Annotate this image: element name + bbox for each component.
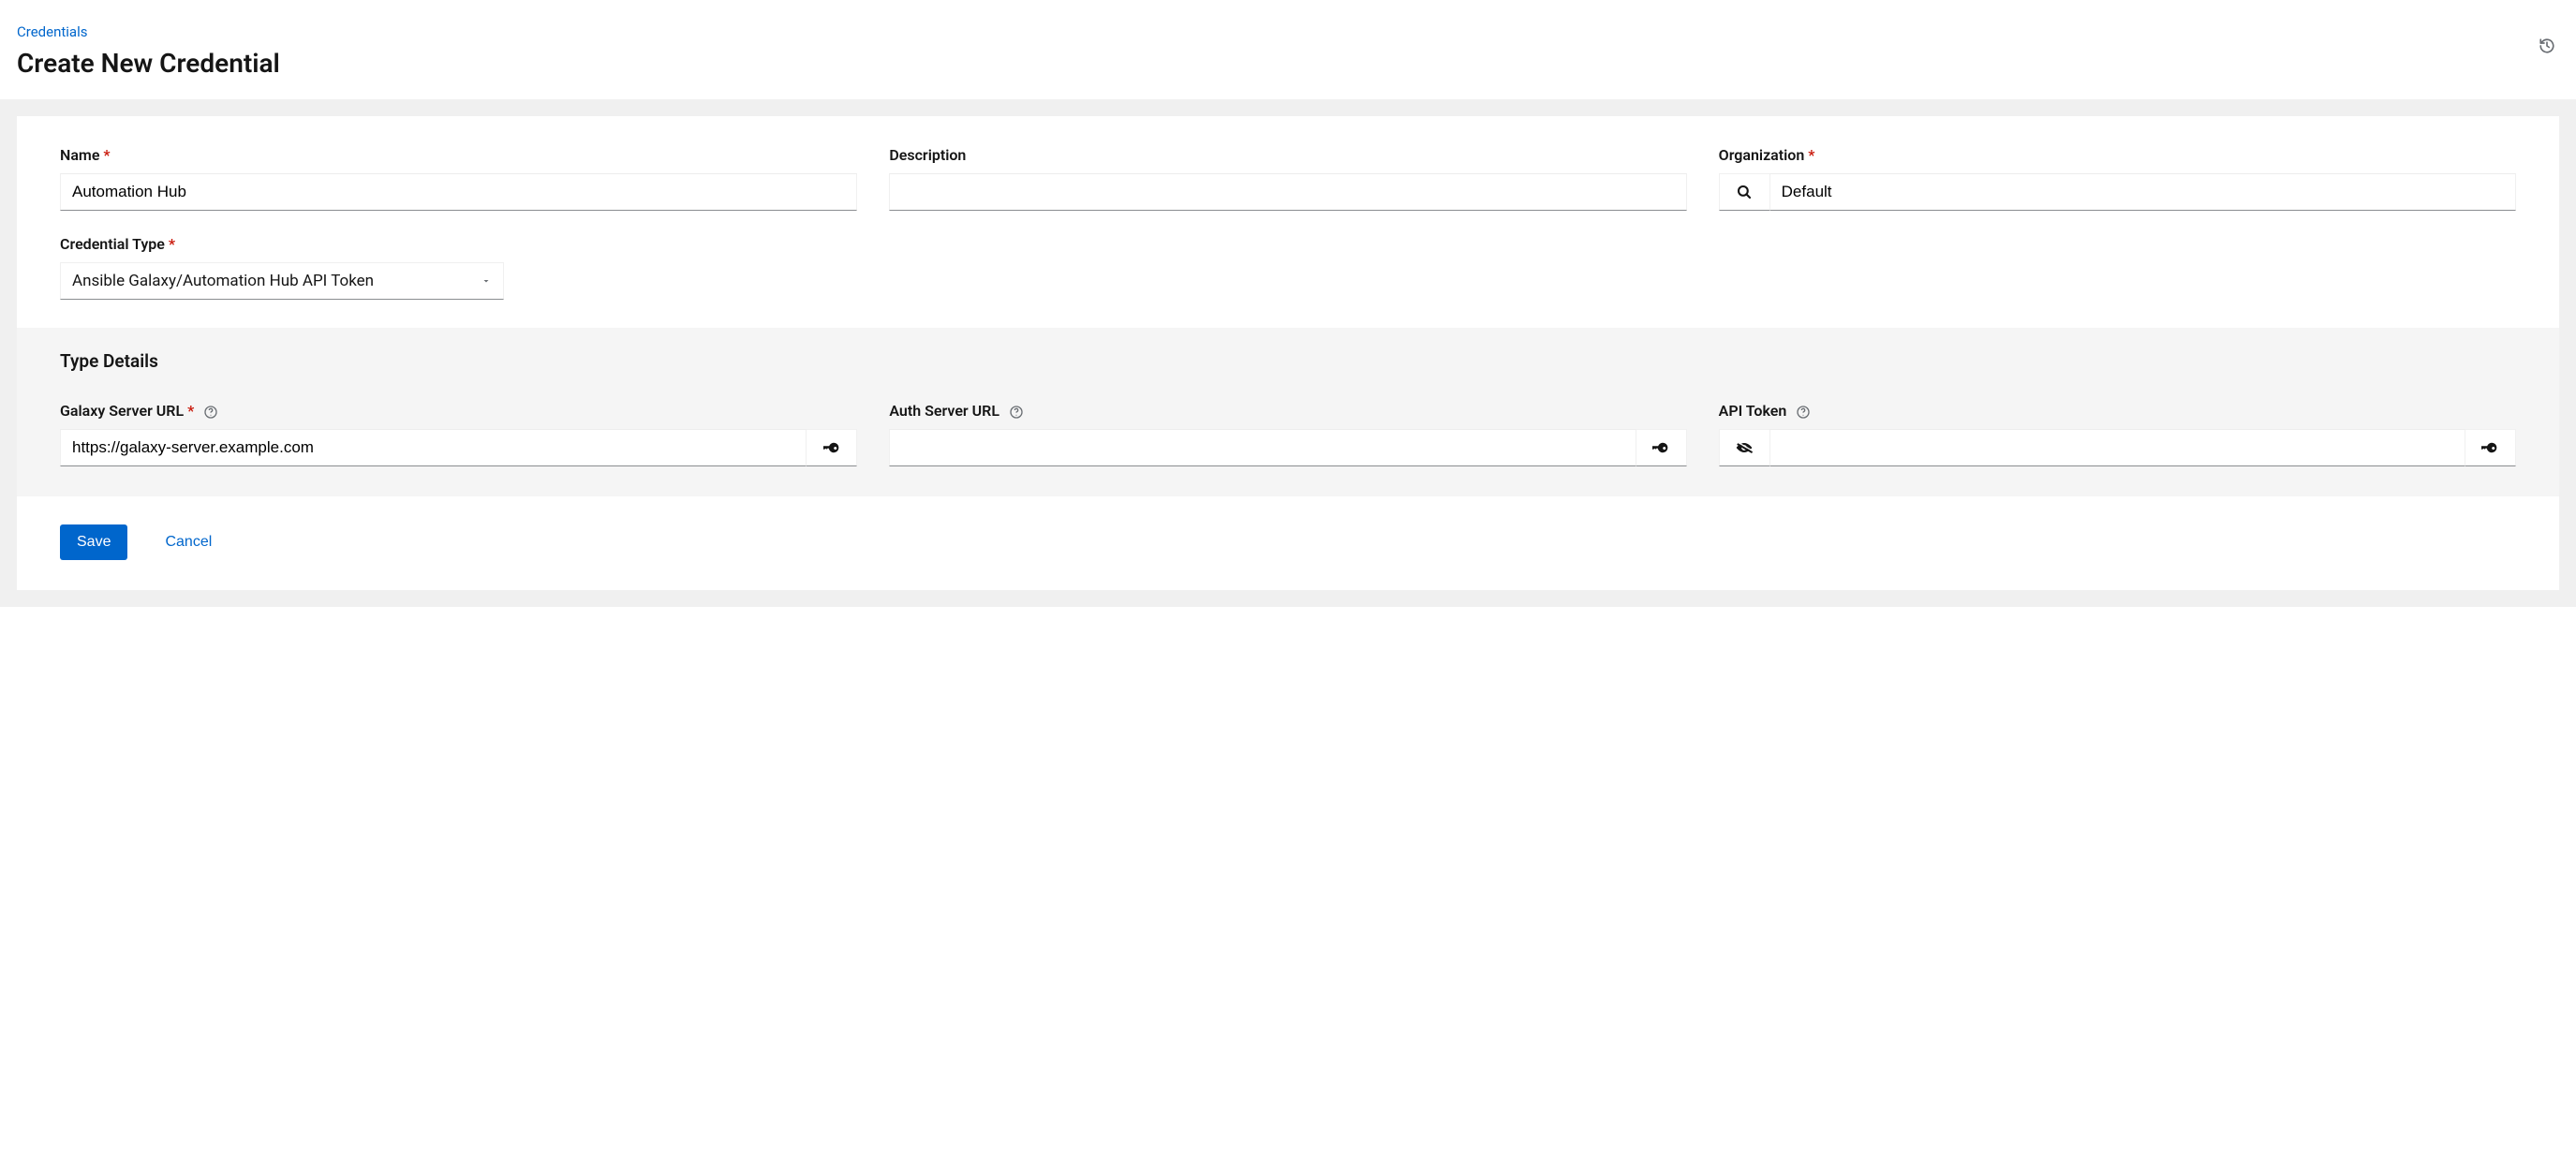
key-icon <box>823 439 840 456</box>
help-icon[interactable] <box>203 405 218 420</box>
api-token-input[interactable] <box>1769 429 2465 466</box>
save-button[interactable]: Save <box>60 524 127 560</box>
credential-type-field: Credential Type* Ansible Galaxy/Automati… <box>60 235 504 300</box>
key-icon <box>2481 439 2498 456</box>
required-indicator: * <box>187 402 194 420</box>
history-icon[interactable] <box>2539 37 2555 54</box>
required-indicator: * <box>1808 146 1814 164</box>
organization-search-button[interactable] <box>1719 173 1769 211</box>
eye-slash-icon <box>1735 438 1754 457</box>
auth-server-url-label-text: Auth Server URL <box>889 402 999 420</box>
cancel-button[interactable]: Cancel <box>165 534 212 551</box>
credential-type-select[interactable]: Ansible Galaxy/Automation Hub API Token <box>60 262 504 300</box>
caret-down-icon <box>481 275 492 287</box>
name-input[interactable] <box>60 173 857 211</box>
organization-label-text: Organization <box>1719 146 1805 164</box>
api-token-field: API Token <box>1719 402 2516 466</box>
organization-label: Organization* <box>1719 146 2516 164</box>
type-details-title: Type Details <box>60 350 2516 372</box>
breadcrumb-credentials[interactable]: Credentials <box>17 23 87 40</box>
page-title: Create New Credential <box>17 48 2559 79</box>
credential-type-label-text: Credential Type <box>60 235 165 253</box>
type-details-section: Type Details Galaxy Server URL* <box>17 328 2559 496</box>
galaxy-server-url-key-button[interactable] <box>807 429 857 466</box>
description-input[interactable] <box>889 173 1686 211</box>
auth-server-url-key-button[interactable] <box>1636 429 1687 466</box>
help-icon[interactable] <box>1009 405 1024 420</box>
form-footer: Save Cancel <box>17 496 2559 590</box>
description-label: Description <box>889 146 1686 164</box>
form-card: Name* Description Organization* <box>17 116 2559 590</box>
page-body: Name* Description Organization* <box>0 99 2576 607</box>
galaxy-server-url-input[interactable] <box>60 429 807 466</box>
galaxy-server-url-field: Galaxy Server URL* <box>60 402 857 466</box>
name-label: Name* <box>60 146 857 164</box>
api-token-label: API Token <box>1719 402 2516 420</box>
page-header: Credentials Create New Credential <box>0 0 2576 99</box>
main-form-section: Name* Description Organization* <box>17 116 2559 328</box>
organization-input[interactable] <box>1769 173 2516 211</box>
credential-type-value: Ansible Galaxy/Automation Hub API Token <box>72 272 481 290</box>
auth-server-url-label: Auth Server URL <box>889 402 1686 420</box>
help-icon[interactable] <box>1796 405 1811 420</box>
required-indicator: * <box>103 146 110 164</box>
credential-type-label: Credential Type* <box>60 235 504 253</box>
required-indicator: * <box>169 235 175 253</box>
auth-server-url-input[interactable] <box>889 429 1636 466</box>
name-field: Name* <box>60 146 857 211</box>
galaxy-server-url-label-text: Galaxy Server URL <box>60 402 184 420</box>
api-token-label-text: API Token <box>1719 402 1787 420</box>
organization-field: Organization* <box>1719 146 2516 211</box>
description-field: Description <box>889 146 1686 211</box>
api-token-visibility-button[interactable] <box>1719 429 1769 466</box>
auth-server-url-field: Auth Server URL <box>889 402 1686 466</box>
search-icon <box>1736 184 1753 200</box>
key-icon <box>1652 439 1669 456</box>
galaxy-server-url-label: Galaxy Server URL* <box>60 402 857 420</box>
name-label-text: Name <box>60 146 99 164</box>
api-token-key-button[interactable] <box>2465 429 2516 466</box>
